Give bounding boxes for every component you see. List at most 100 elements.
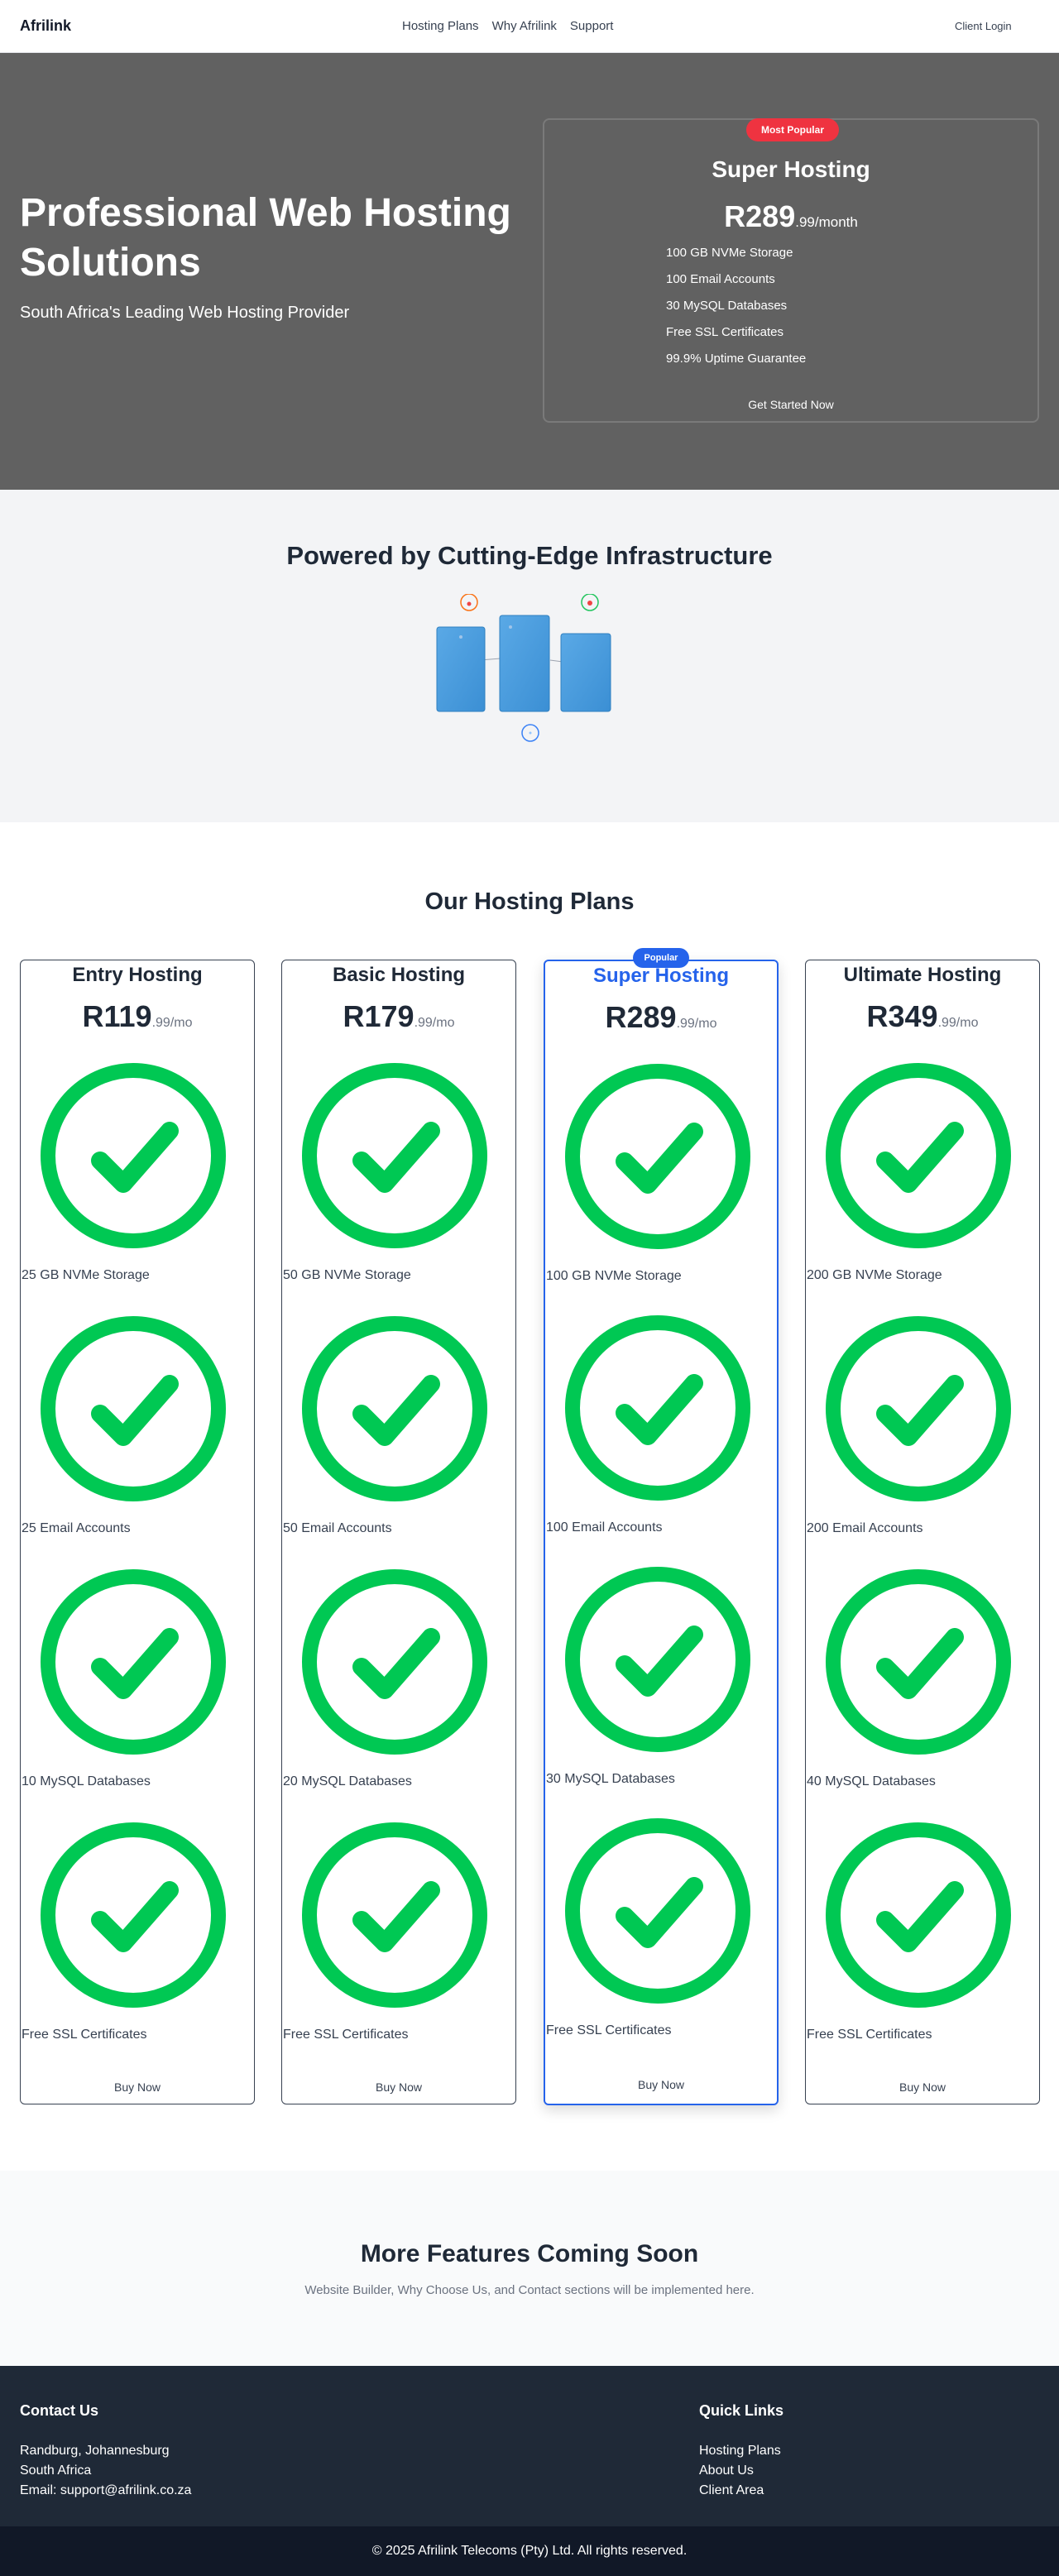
plan-feature-label: Free SSL Certificates <box>807 2028 932 2042</box>
featured-feature-list: 100 GB NVMe Storage 100 Email Accounts 3… <box>666 246 806 378</box>
footer-link-hosting-plans[interactable]: Hosting Plans <box>699 2441 783 2461</box>
buy-now-button[interactable]: Buy Now <box>21 2080 254 2094</box>
client-login-link[interactable]: Client Login <box>955 20 1012 32</box>
plan-feature-label: 50 Email Accounts <box>283 1521 392 1535</box>
check-circle-icon <box>302 1822 487 2008</box>
infrastructure-title: Powered by Cutting-Edge Infrastructure <box>286 541 773 570</box>
copyright: © 2025 Afrilink Telecoms (Pty) Ltd. All … <box>0 2526 1059 2576</box>
footer-contact-title: Contact Us <box>20 2402 99 2419</box>
logo[interactable]: Afrilink <box>20 17 71 35</box>
hero-title: Professional Web Hosting Solutions <box>20 191 511 285</box>
plan-card: Entry Hosting R119.99/mo 25 GB NVMe Storag… <box>20 960 255 2104</box>
footer-link-about-us[interactable]: About Us <box>699 2461 783 2481</box>
check-circle-icon <box>826 1063 1011 1248</box>
featured-feature: Free SSL Certificates <box>666 325 783 339</box>
check-circle-icon <box>41 1063 226 1248</box>
plan-price: R119.99/mo <box>21 999 254 1034</box>
coming-soon-section: More Features Coming Soon Website Builde… <box>0 2171 1059 2366</box>
featured-plan-price: R289.99/month <box>544 199 1037 234</box>
featured-feature: 99.9% Uptime Guarantee <box>666 352 807 366</box>
featured-plan-card: Most Popular Super Hosting R289.99/month… <box>543 118 1039 423</box>
plans-title: Our Hosting Plans <box>424 888 635 915</box>
plan-card: Popular Super Hosting R289.99/mo 100 GB NVM… <box>544 948 779 2105</box>
plan-feature-label: 25 Email Accounts <box>22 1521 131 1535</box>
featured-feature: 100 GB NVMe Storage <box>666 246 793 260</box>
plan-card: Basic Hosting R179.99/mo 50 GB NVMe Storag… <box>281 960 516 2104</box>
plan-feature-label: 30 MySQL Databases <box>546 1772 675 1786</box>
site-footer: Contact Us Randburg, Johannesburg South … <box>0 2366 1059 2526</box>
server-icon <box>560 633 611 712</box>
check-circle-icon <box>302 1316 487 1501</box>
featured-price-suffix: .99/month <box>795 214 858 230</box>
plan-feature-label: 20 MySQL Databases <box>283 1774 412 1788</box>
check-circle-icon <box>41 1569 226 1755</box>
nav-hosting-plans[interactable]: Hosting Plans <box>402 19 479 33</box>
plan-price-suffix: .99/mo <box>676 1017 717 1031</box>
plan-price-main: R289 <box>605 1000 677 1034</box>
footer-contact-email: Email: support@afrilink.co.za <box>20 2483 192 2497</box>
plan-name: Super Hosting <box>592 965 729 987</box>
plan-feature-label: 100 Email Accounts <box>546 1520 663 1535</box>
most-popular-badge: Most Popular <box>746 118 839 141</box>
infrastructure-section: Powered by Cutting-Edge Infrastructure <box>0 490 1059 822</box>
hero-section: Professional Web Hosting Solutions South… <box>0 53 1059 490</box>
check-circle-icon <box>41 1316 226 1501</box>
check-circle-icon <box>41 1822 226 2008</box>
footer-contact: Contact Us Randburg, Johannesburg South … <box>20 2402 191 2501</box>
plan-feature-label: Free SSL Certificates <box>283 2028 409 2042</box>
plan-feature-label: Free SSL Certificates <box>22 2028 147 2042</box>
site-header: Afrilink Hosting Plans Why Afrilink Supp… <box>0 0 1059 53</box>
server-icon <box>436 626 486 712</box>
plan-feature-label: 200 Email Accounts <box>807 1521 923 1535</box>
plan-feature-label: 10 MySQL Databases <box>22 1774 151 1788</box>
server-icon <box>499 615 550 712</box>
featured-plan-title: Super Hosting <box>712 156 870 182</box>
footer-links-title: Quick Links <box>699 2402 784 2419</box>
buy-now-button[interactable]: Buy Now <box>282 2080 515 2094</box>
footer-contact-line: Randburg, Johannesburg <box>20 2444 170 2458</box>
check-circle-icon <box>826 1316 1011 1501</box>
plan-price-main: R349 <box>866 999 938 1033</box>
footer-contact-line: South Africa <box>20 2463 92 2478</box>
main-nav: Hosting Plans Why Afrilink Support <box>402 19 613 33</box>
check-circle-icon <box>565 1315 750 1501</box>
plan-feature-label: Free SSL Certificates <box>546 2023 672 2037</box>
plan-feature-label: 200 GB NVMe Storage <box>807 1268 942 1282</box>
plan-name: Entry Hosting <box>72 964 203 986</box>
plan-price-suffix: .99/mo <box>937 1016 979 1030</box>
featured-feature: 100 Email Accounts <box>666 272 775 286</box>
plan-feature-label: 40 MySQL Databases <box>807 1774 936 1788</box>
check-circle-icon <box>302 1063 487 1248</box>
plan-price-suffix: .99/mo <box>151 1016 193 1030</box>
check-circle-icon <box>565 1567 750 1752</box>
featured-feature: 30 MySQL Databases <box>666 299 788 313</box>
check-circle-icon <box>302 1569 487 1755</box>
hero-subtitle: South Africa's Leading Web Hosting Provi… <box>20 304 350 322</box>
plan-price-main: R179 <box>343 999 414 1033</box>
plan-price-main: R119 <box>82 999 152 1033</box>
plan-name: Ultimate Hosting <box>843 964 1002 986</box>
nav-support[interactable]: Support <box>570 19 614 33</box>
plan-feature-label: 50 GB NVMe Storage <box>283 1268 411 1282</box>
plan-price: R179.99/mo <box>282 999 515 1034</box>
buy-now-button[interactable]: Buy Now <box>545 2078 777 2091</box>
plan-name: Basic Hosting <box>332 964 466 986</box>
server-illustration <box>436 594 611 742</box>
plan-price-suffix: .99/mo <box>414 1016 455 1030</box>
footer-quick-links: Quick Links Hosting Plans About Us Clien… <box>699 2402 783 2501</box>
footer-link-client-area[interactable]: Client Area <box>699 2481 783 2501</box>
check-circle-icon <box>565 1818 750 2004</box>
featured-price-main: R289 <box>724 199 796 233</box>
get-started-button[interactable]: Get Started Now <box>544 398 1037 411</box>
buy-now-button[interactable]: Buy Now <box>806 2080 1039 2094</box>
plan-feature-label: 100 GB NVMe Storage <box>546 1269 682 1283</box>
check-circle-icon <box>826 1569 1011 1755</box>
check-circle-icon <box>826 1822 1011 2008</box>
coming-soon-subtitle: Website Builder, Why Choose Us, and Cont… <box>304 2283 755 2297</box>
plan-price: R289.99/mo <box>545 1000 777 1035</box>
plan-feature-label: 25 GB NVMe Storage <box>22 1268 150 1282</box>
plan-price: R349.99/mo <box>806 999 1039 1034</box>
nav-why-afrilink[interactable]: Why Afrilink <box>492 19 557 33</box>
check-circle-icon <box>565 1064 750 1249</box>
coming-soon-title: More Features Coming Soon <box>360 2240 699 2267</box>
